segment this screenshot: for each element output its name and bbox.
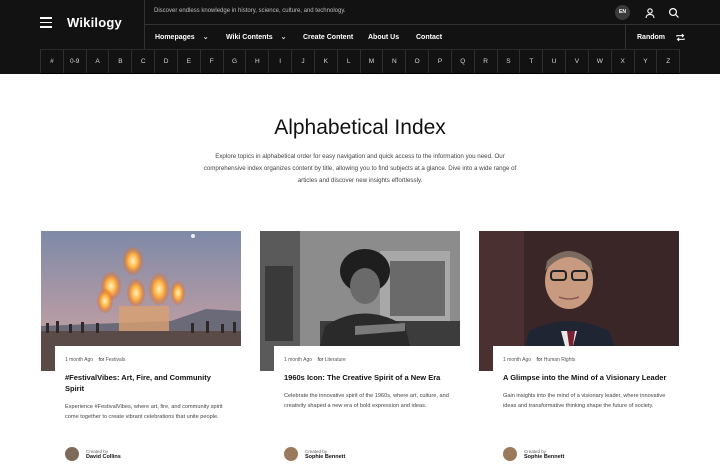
- menu-icon[interactable]: [40, 17, 52, 29]
- alphabet-letter[interactable]: E: [178, 50, 201, 73]
- author-name[interactable]: Sophie Bennett: [524, 454, 564, 460]
- random-button[interactable]: Random: [637, 25, 686, 49]
- alphabet-letter[interactable]: S: [498, 50, 521, 73]
- alphabet-letter[interactable]: I: [269, 50, 293, 73]
- alphabet-letter[interactable]: 0-9: [64, 50, 87, 73]
- alphabet-letter[interactable]: L: [338, 50, 361, 73]
- site-header: Wikilogy Discover endless knowledge in h…: [0, 0, 720, 49]
- nav-label: Create Content: [303, 33, 354, 41]
- card-excerpt: Gain insights into the mind of a visiona…: [503, 393, 666, 409]
- alphabet-letter[interactable]: B: [109, 50, 133, 73]
- random-label: Random: [637, 33, 665, 41]
- nav-label: About Us: [368, 33, 400, 41]
- alphabet-letter[interactable]: Q: [452, 50, 475, 73]
- page-title: Alphabetical Index: [274, 116, 446, 139]
- article-card[interactable]: 1 month Ago for Literature 1960s Icon: T…: [260, 231, 460, 461]
- chevron-down-icon: ⌄: [202, 34, 209, 41]
- alphabet-letter[interactable]: T: [520, 50, 544, 73]
- avatar: [503, 447, 517, 461]
- card-author[interactable]: Created by Sophie Bennett: [503, 447, 564, 461]
- alphabet-letter[interactable]: D: [155, 50, 178, 73]
- alphabet-letter[interactable]: M: [361, 50, 384, 73]
- alphabet-letter[interactable]: U: [543, 50, 567, 73]
- alphabet-letter[interactable]: Z: [657, 50, 681, 73]
- avatar: [284, 447, 298, 461]
- article-card[interactable]: 1 month Ago for Human Rights A Glimpse i…: [479, 231, 679, 461]
- alphabet-letter[interactable]: O: [406, 50, 430, 73]
- card-title[interactable]: #FestivalVibes: Art, Fire, and Community…: [65, 372, 231, 394]
- alphabet-letter[interactable]: K: [315, 50, 338, 73]
- user-icon[interactable]: [644, 7, 656, 19]
- alphabet-letter[interactable]: C: [132, 50, 156, 73]
- card-category[interactable]: Literature: [325, 357, 346, 363]
- card-title[interactable]: 1960s Icon: The Creative Spirit of a New…: [284, 372, 450, 383]
- alphabet-letter[interactable]: J: [292, 50, 315, 73]
- card-title[interactable]: A Glimpse into the Mind of a Visionary L…: [503, 372, 669, 383]
- alphabet-letter[interactable]: V: [566, 50, 589, 73]
- card-time: 1 month Ago: [284, 357, 313, 363]
- nav-wiki-contents[interactable]: Wiki Contents ⌄: [226, 33, 303, 42]
- card-body: 1 month Ago for Human Rights A Glimpse i…: [493, 346, 679, 461]
- card-meta: 1 month Ago for Human Rights: [503, 357, 669, 363]
- nav-label: Wiki Contents: [226, 33, 273, 41]
- card-meta: 1 month Ago for Festivals: [65, 357, 231, 363]
- alphabet-letter[interactable]: R: [475, 50, 498, 73]
- card-author[interactable]: Created by David Collins: [65, 447, 121, 461]
- card-for: for: [317, 357, 324, 363]
- article-card[interactable]: 1 month Ago for Festivals #FestivalVibes…: [41, 231, 241, 461]
- nav-create-content[interactable]: Create Content: [303, 34, 368, 41]
- nav-label: Contact: [416, 33, 443, 41]
- language-switcher[interactable]: EN: [615, 5, 630, 20]
- alphabet-bar: #0-9 A B C D E F G H I J K L M N O P Q R S T U V W X Y Z: [40, 49, 681, 74]
- card-category[interactable]: Human Rights: [544, 357, 576, 363]
- nav-homepages[interactable]: Homepages ⌄: [155, 33, 226, 42]
- main-nav: Homepages ⌄ Wiki Contents ⌄ Create Content…: [155, 25, 442, 49]
- alphabet-letter[interactable]: G: [224, 50, 247, 73]
- alphabet-letter[interactable]: P: [429, 50, 452, 73]
- card-excerpt: Celebrate the innovative spirit of the 1…: [284, 393, 449, 409]
- nav-label: Homepages: [155, 33, 195, 41]
- alphabet-letter[interactable]: F: [201, 50, 224, 73]
- alphabet-letter[interactable]: W: [589, 50, 612, 73]
- card-author[interactable]: Created by Sophie Bennett: [284, 447, 345, 461]
- site-tagline: Discover endless knowledge in history, s…: [154, 8, 346, 14]
- nav-about-us[interactable]: About Us: [368, 34, 416, 41]
- site-logo[interactable]: Wikilogy: [67, 15, 122, 30]
- shuffle-icon: [675, 32, 686, 43]
- card-time: 1 month Ago: [503, 357, 532, 363]
- card-excerpt: Experience #FestivalVibes, where art, fi…: [65, 404, 223, 420]
- nav-contact[interactable]: Contact: [416, 34, 442, 41]
- alphabet-letter[interactable]: A: [87, 50, 110, 73]
- card-time: 1 month Ago: [65, 357, 94, 363]
- card-body: 1 month Ago for Literature 1960s Icon: T…: [274, 346, 460, 461]
- divider: [625, 25, 626, 49]
- card-body: 1 month Ago for Festivals #FestivalVibes…: [55, 346, 241, 461]
- alphabet-letter[interactable]: X: [612, 50, 635, 73]
- card-for: for: [536, 357, 543, 363]
- card-meta: 1 month Ago for Literature: [284, 357, 450, 363]
- page-description: Explore topics in alphabetical order for…: [203, 153, 517, 184]
- chevron-down-icon: ⌄: [280, 34, 287, 41]
- alphabet-letter[interactable]: Y: [635, 50, 658, 73]
- card-for: for: [98, 357, 105, 363]
- alphabet-letter[interactable]: H: [246, 50, 270, 73]
- alphabet-letter[interactable]: #: [40, 50, 64, 73]
- alphabet-letter[interactable]: N: [383, 50, 407, 73]
- avatar: [65, 447, 79, 461]
- author-name[interactable]: David Collins: [86, 454, 121, 460]
- search-icon[interactable]: [668, 7, 680, 19]
- author-name[interactable]: Sophie Bennett: [305, 454, 345, 460]
- card-category[interactable]: Festivals: [106, 357, 126, 363]
